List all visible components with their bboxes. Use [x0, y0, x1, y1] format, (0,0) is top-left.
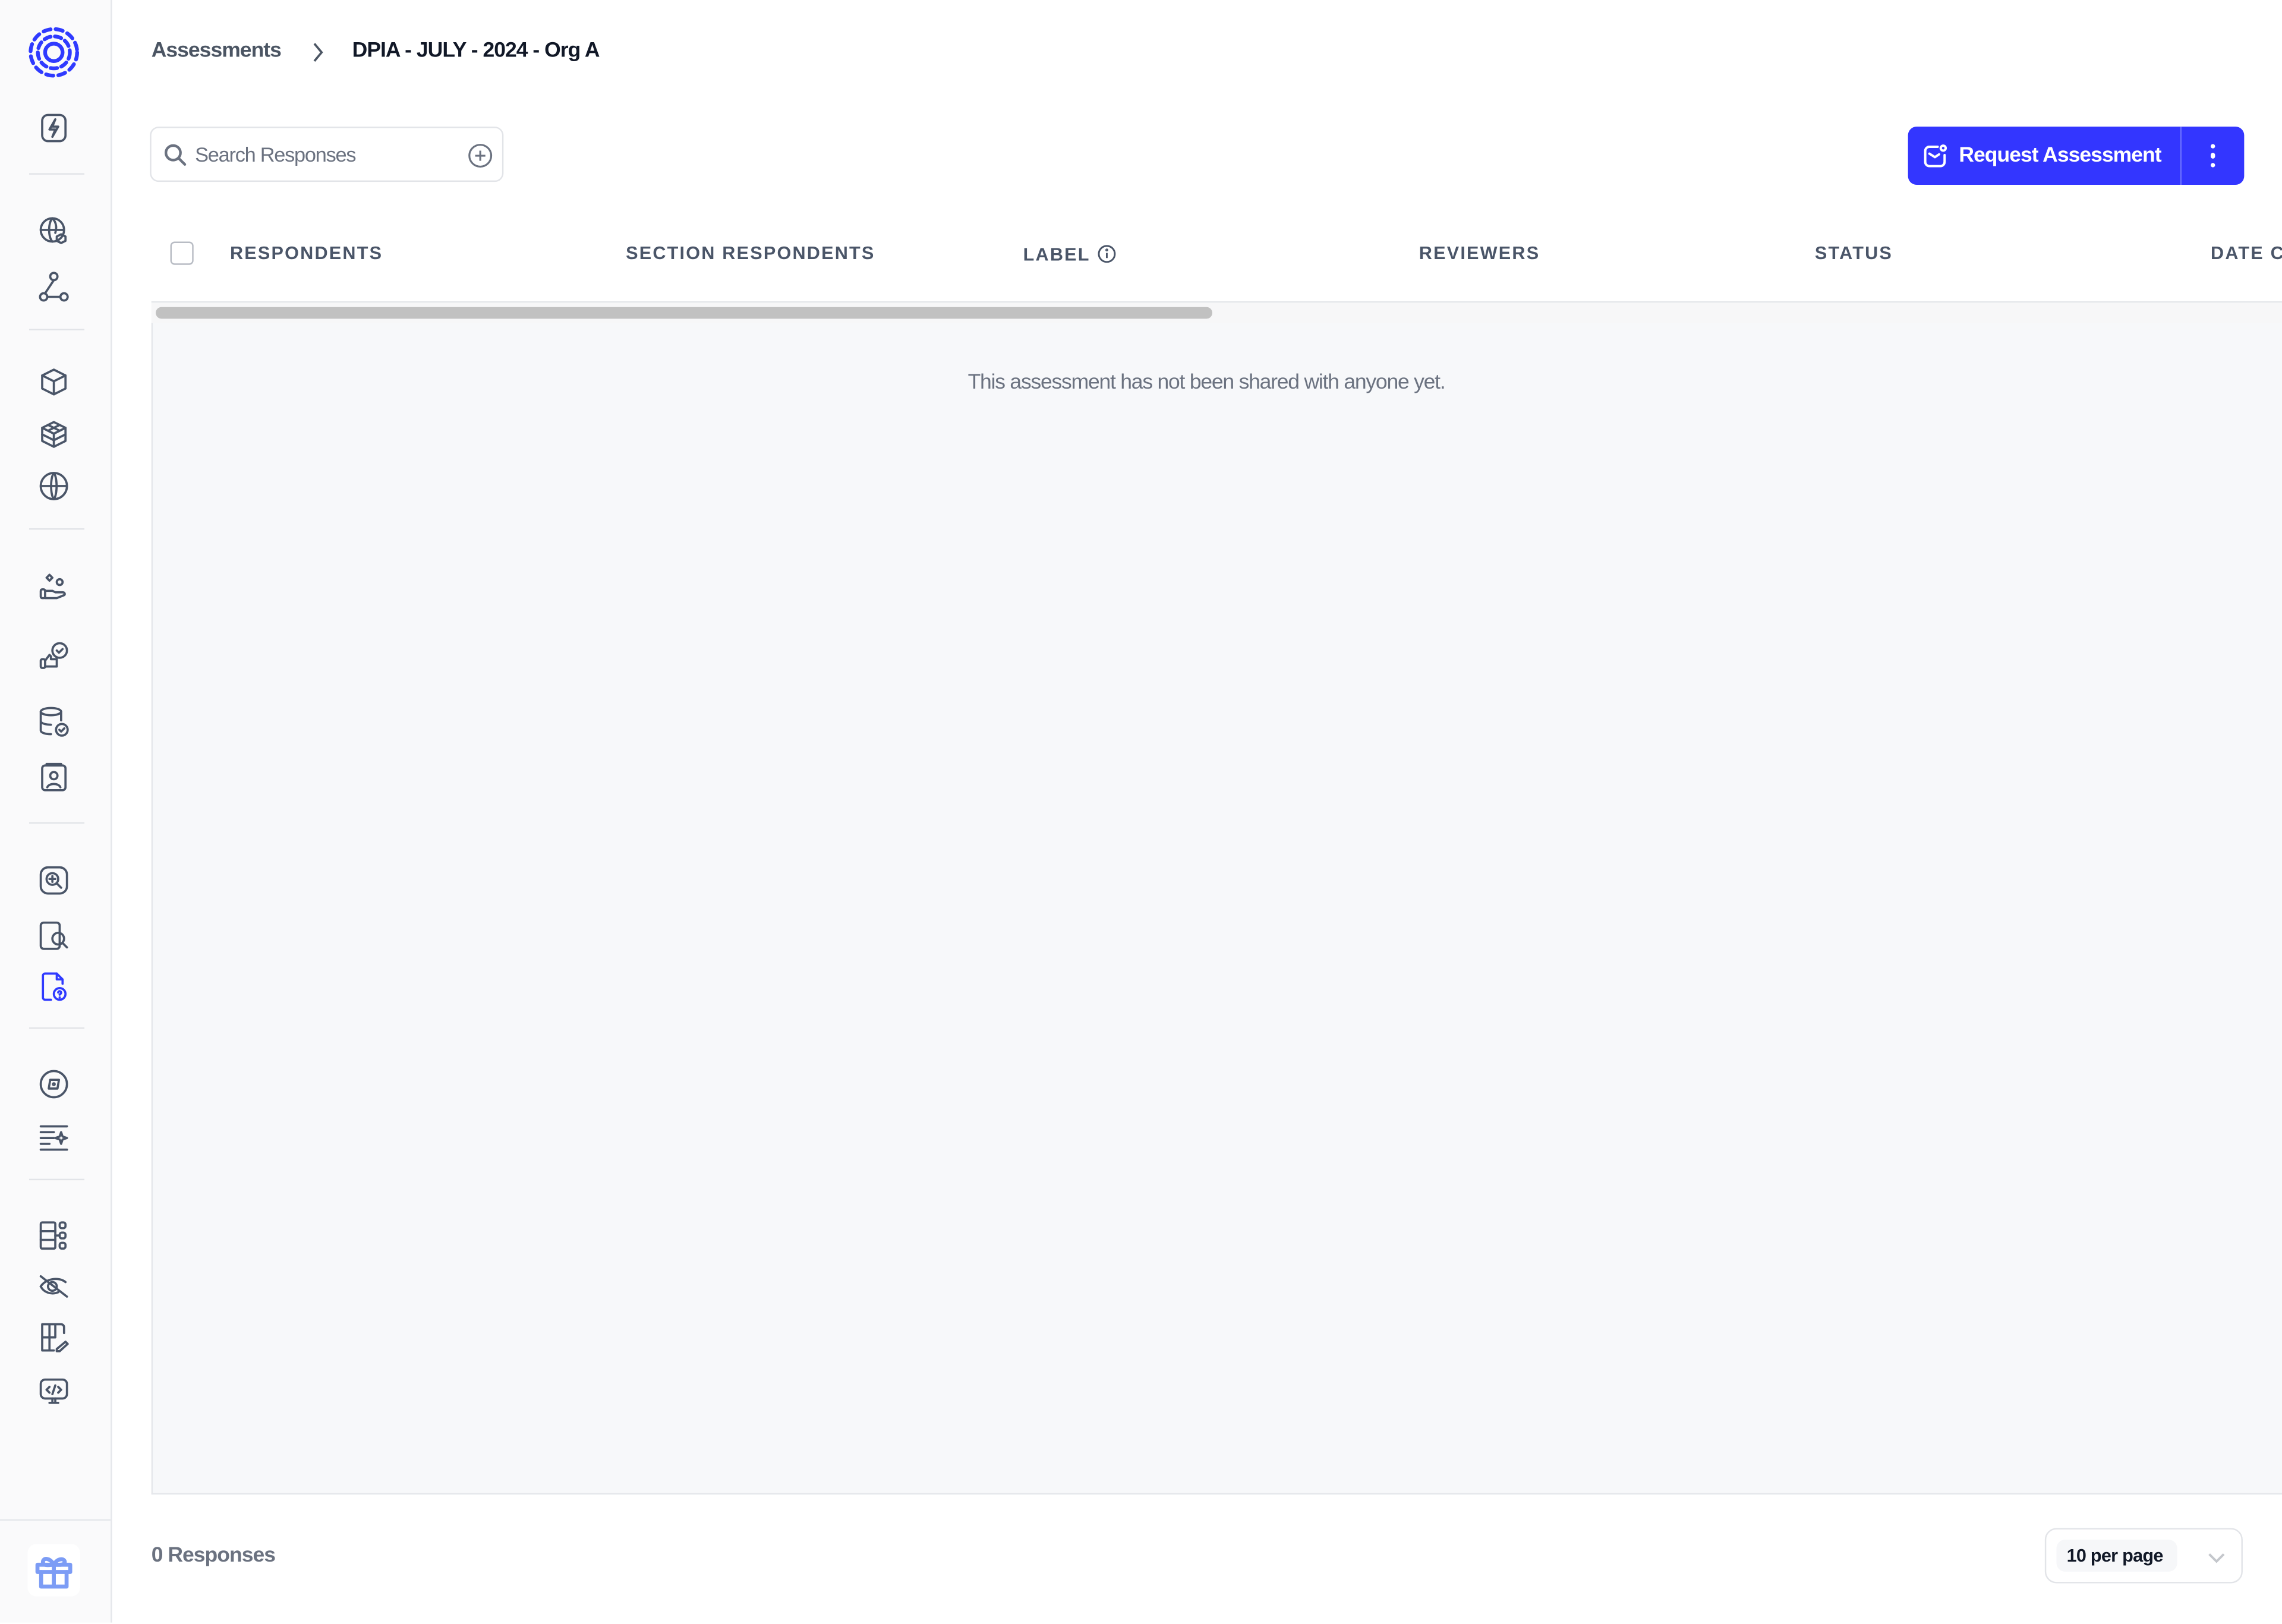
app-root: Assessments DPIA - JULY - 2024 - Org A R… — [0, 0, 2282, 1623]
monitor-code-icon[interactable] — [35, 1372, 73, 1410]
page-size-select[interactable]: 10 per page — [2044, 1528, 2243, 1584]
breadcrumb-assessments-link[interactable]: Assessments — [152, 39, 282, 62]
table-hierarchy-icon[interactable] — [35, 1216, 73, 1254]
column-header-status[interactable]: STATUS — [1815, 243, 1893, 263]
database-check-icon[interactable] — [35, 703, 73, 741]
search-icon — [163, 143, 188, 168]
grid-edit-icon[interactable] — [35, 1319, 73, 1357]
sidebar-divider — [29, 528, 85, 530]
select-all-checkbox[interactable] — [170, 241, 194, 265]
request-assessment-button[interactable]: Request Assessment — [1908, 127, 2180, 185]
column-header-respondents[interactable]: RESPONDENTS — [230, 243, 383, 263]
cubes-icon[interactable] — [35, 416, 73, 454]
request-assessment-label: Request Assessment — [1959, 144, 2161, 168]
column-header-date-created[interactable]: DATE C — [2211, 243, 2282, 263]
responses-count: 0 Responses — [151, 1544, 276, 1568]
scrollbar-thumb[interactable] — [156, 307, 1213, 319]
sidebar-divider — [29, 822, 85, 824]
sidebar-divider — [29, 1027, 85, 1029]
column-header-section-respondents[interactable]: SECTION RESPONDENTS — [626, 243, 875, 263]
more-options-button[interactable] — [2182, 127, 2244, 185]
globe-orbit-icon[interactable] — [35, 467, 73, 505]
chevron-down-icon — [2207, 1547, 2227, 1563]
column-header-label[interactable]: LABEL — [1023, 244, 1117, 265]
network-nodes-icon[interactable] — [35, 268, 73, 306]
request-assessment-split-button: Request Assessment — [1908, 127, 2245, 185]
document-search-icon[interactable] — [35, 917, 73, 955]
contact-card-icon[interactable] — [35, 758, 73, 796]
horizontal-scrollbar[interactable] — [151, 302, 2282, 323]
search-input[interactable] — [195, 140, 457, 169]
column-header-label-text: LABEL — [1023, 244, 1090, 265]
sidebar-divider — [29, 329, 85, 330]
table-body: This assessment has not been shared with… — [151, 323, 2282, 1495]
table-header: RESPONDENTS SECTION RESPONDENTS LABEL RE… — [151, 218, 2282, 303]
sidebar — [0, 0, 112, 1623]
app-logo[interactable] — [26, 25, 81, 80]
empty-state-message: This assessment has not been shared with… — [967, 371, 1446, 395]
box-icon[interactable] — [35, 364, 73, 402]
globe-cube-icon[interactable] — [35, 213, 73, 251]
page-size-value: 10 per page — [2056, 1540, 2178, 1572]
breadcrumb-current-page: DPIA - JULY - 2024 - Org A — [352, 39, 600, 63]
eye-off-icon[interactable] — [35, 1267, 73, 1305]
document-question-icon[interactable] — [35, 968, 73, 1006]
add-filter-icon[interactable] — [467, 143, 493, 169]
kebab-menu-icon — [2210, 141, 2215, 170]
thumbs-up-check-icon[interactable] — [35, 638, 73, 676]
sidebar-divider — [29, 173, 85, 175]
sidebar-divider — [29, 1178, 85, 1181]
zoom-in-box-icon[interactable] — [35, 862, 73, 900]
column-header-reviewers[interactable]: REVIEWERS — [1419, 243, 1540, 263]
search-box — [150, 127, 504, 182]
info-icon[interactable] — [1098, 244, 1117, 263]
gift-icon[interactable] — [27, 1544, 80, 1597]
chevron-right-icon — [307, 39, 327, 65]
mail-request-icon — [1921, 142, 1949, 170]
compass-icon[interactable] — [35, 1065, 73, 1103]
lightning-bolt-icon[interactable] — [35, 109, 73, 147]
hand-shapes-icon[interactable] — [35, 569, 73, 607]
text-sparkle-icon[interactable] — [35, 1118, 73, 1156]
